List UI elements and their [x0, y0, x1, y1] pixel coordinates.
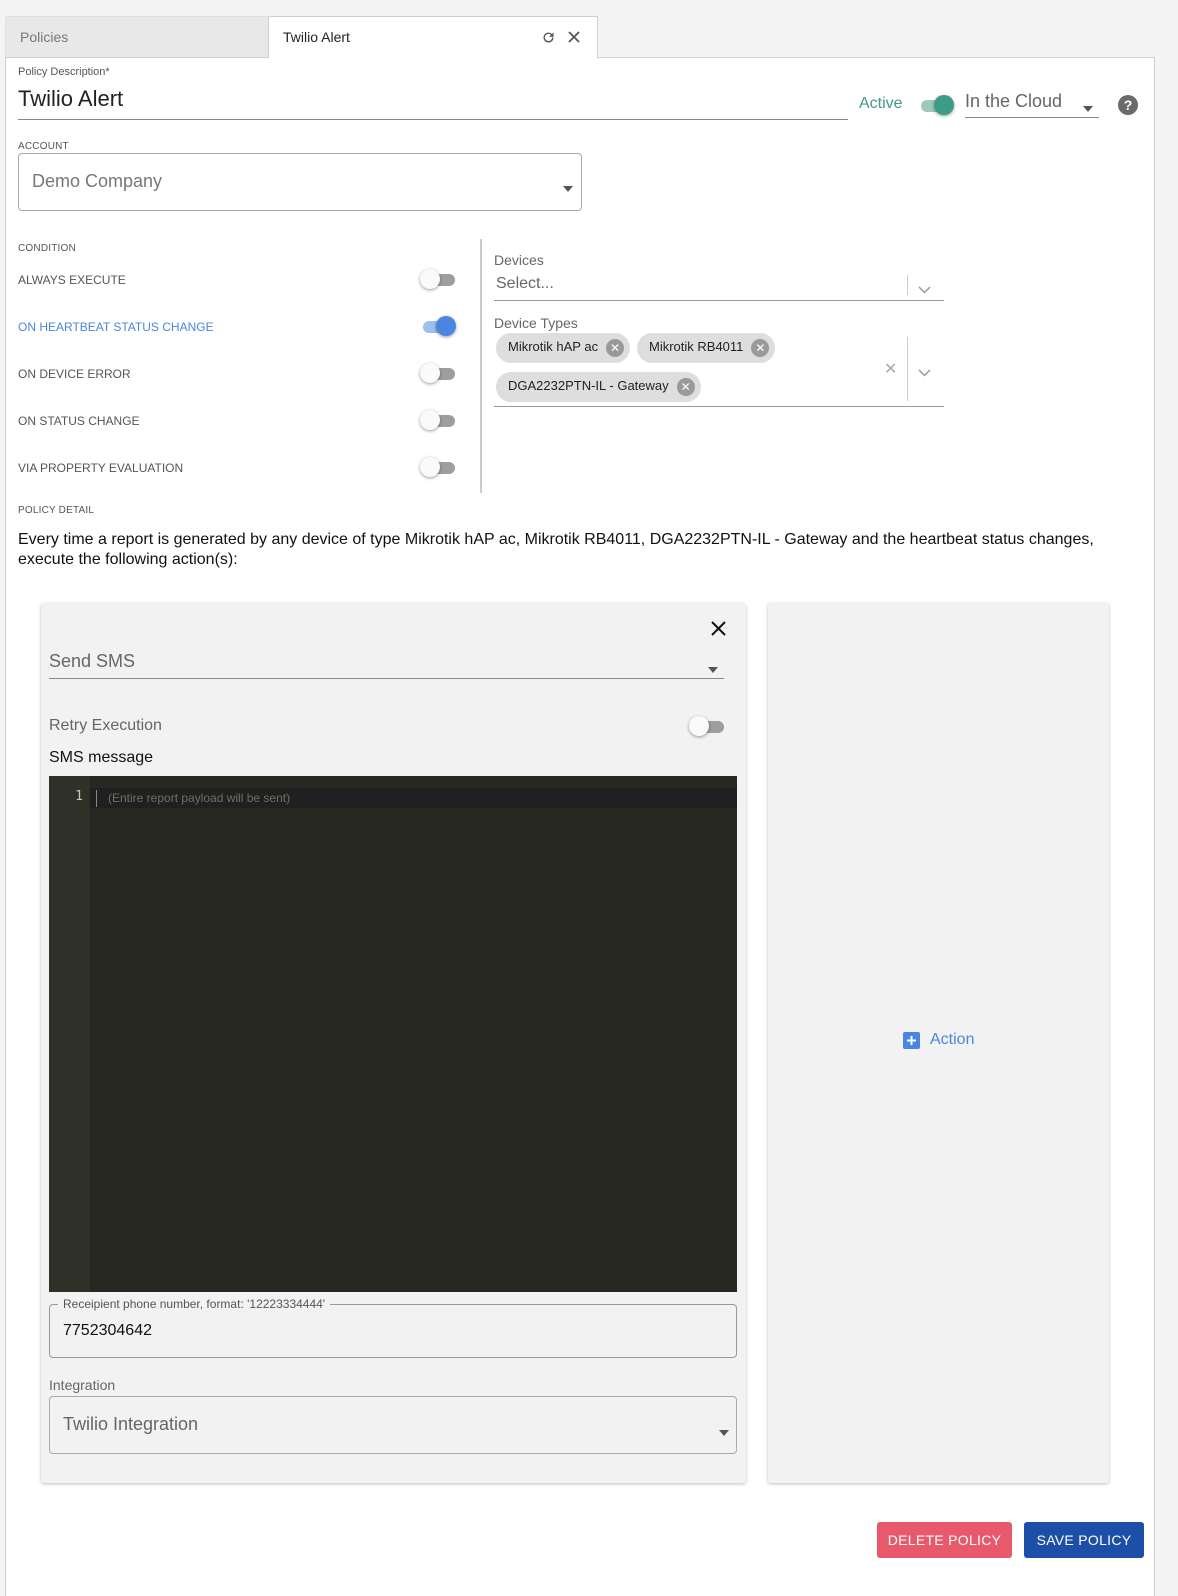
location-select[interactable]: In the Cloud	[965, 86, 1099, 118]
policy-description-field[interactable]: Twilio Alert	[18, 84, 848, 120]
device-types-label: Device Types	[494, 315, 578, 331]
account-select[interactable]: Demo Company	[18, 153, 582, 211]
integration-select[interactable]: Twilio Integration	[49, 1396, 737, 1454]
retry-execution-toggle[interactable]	[689, 716, 725, 736]
action-type-select[interactable]: Send SMS	[49, 647, 724, 679]
help-icon[interactable]: ?	[1118, 95, 1138, 115]
chip-label: Mikrotik hAP ac	[508, 339, 599, 354]
devices-label: Devices	[494, 252, 544, 268]
add-action-card[interactable]: Action	[768, 603, 1109, 1483]
policy-description-label: Policy Description*	[18, 66, 110, 78]
account-value: Demo Company	[32, 171, 163, 191]
policy-panel: Policy Description* Twilio Alert Active …	[5, 57, 1155, 1596]
delete-policy-button[interactable]: DELETE POLICY	[877, 1522, 1012, 1558]
separator	[907, 275, 908, 295]
add-action-button[interactable]: Action	[903, 1031, 974, 1049]
condition-device-error-toggle[interactable]	[420, 363, 456, 383]
condition-always-execute-label: ALWAYS EXECUTE	[18, 273, 126, 287]
caret-down-icon	[563, 179, 573, 197]
caret-down-icon	[1083, 99, 1093, 117]
caret-down-icon	[708, 660, 718, 678]
condition-property-evaluation-label: VIA PROPERTY EVALUATION	[18, 461, 184, 475]
refresh-icon[interactable]	[539, 17, 557, 57]
tab-twilio-alert-label: Twilio Alert	[283, 29, 350, 45]
tab-policies[interactable]: Policies	[5, 16, 269, 58]
integration-label: Integration	[49, 1377, 116, 1393]
remove-chip-icon[interactable]: ✕	[676, 378, 695, 396]
condition-status-change-toggle[interactable]	[420, 410, 456, 430]
policy-detail-label: POLICY DETAIL	[18, 505, 95, 516]
devices-placeholder: Select...	[496, 275, 554, 292]
plus-icon	[903, 1031, 920, 1049]
tab-policies-label: Policies	[20, 29, 69, 45]
sms-message-label: SMS message	[49, 749, 154, 766]
integration-value: Twilio Integration	[63, 1414, 199, 1434]
condition-heartbeat-status-change-label: ON HEARTBEAT STATUS CHANGE	[18, 320, 214, 334]
chip-label: DGA2232PTN-IL - Gateway	[508, 378, 669, 393]
condition-property-evaluation-toggle[interactable]	[420, 457, 456, 477]
account-label: ACCOUNT	[18, 141, 69, 152]
chevron-down-icon[interactable]	[918, 364, 931, 382]
phone-number-field[interactable]: Receipient phone number, format: '122233…	[49, 1297, 737, 1358]
devices-select[interactable]: Select...	[494, 269, 944, 301]
policy-description-value: Twilio Alert	[18, 86, 124, 111]
save-policy-button[interactable]: SAVE POLICY	[1024, 1522, 1144, 1558]
device-type-chip: Mikrotik hAP ac ✕	[496, 333, 631, 363]
condition-always-execute-toggle[interactable]	[420, 269, 456, 289]
active-toggle[interactable]	[918, 95, 954, 115]
editor-gutter	[49, 776, 90, 1292]
chip-label: Mikrotik RB4011	[649, 339, 744, 354]
condition-heartbeat-status-change-toggle[interactable]	[420, 316, 456, 336]
condition-device-error-label: ON DEVICE ERROR	[18, 367, 131, 381]
retry-execution-label: Retry Execution	[49, 717, 162, 734]
device-type-chip: Mikrotik RB4011 ✕	[637, 333, 776, 363]
device-types-select[interactable]: Mikrotik hAP ac ✕ Mikrotik RB4011 ✕ DGA2…	[494, 331, 944, 407]
action-card: Send SMS Retry Execution SMS message 1 (…	[41, 603, 746, 1483]
phone-number-label: Receipient phone number, format: '122233…	[58, 1297, 331, 1311]
close-icon[interactable]	[565, 17, 583, 57]
close-icon[interactable]	[711, 621, 726, 641]
sms-message-editor[interactable]: 1 (Entire report payload will be sent)	[49, 776, 737, 1292]
phone-number-value: 7752304642	[63, 1322, 152, 1339]
caret-down-icon	[719, 1423, 729, 1441]
location-value: In the Cloud	[965, 91, 1063, 111]
remove-chip-icon[interactable]: ✕	[606, 339, 625, 357]
condition-divider	[480, 239, 482, 493]
condition-status-change-label: ON STATUS CHANGE	[18, 414, 140, 428]
condition-label: CONDITION	[18, 243, 76, 254]
clear-icon[interactable]: ✕	[884, 359, 897, 379]
editor-placeholder: (Entire report payload will be sent)	[108, 791, 291, 805]
add-action-label: Action	[930, 1031, 975, 1048]
tab-twilio-alert[interactable]: Twilio Alert	[268, 16, 598, 58]
remove-chip-icon[interactable]: ✕	[751, 339, 770, 357]
separator	[907, 337, 908, 401]
editor-line-number: 1	[75, 789, 83, 804]
policy-detail-text: Every time a report is generated by any …	[18, 531, 1094, 568]
action-type-value: Send SMS	[49, 651, 136, 671]
device-type-chip: DGA2232PTN-IL - Gateway ✕	[496, 372, 701, 402]
editor-cursor	[96, 790, 97, 807]
chevron-down-icon[interactable]	[918, 281, 931, 299]
active-label: Active	[859, 95, 903, 112]
